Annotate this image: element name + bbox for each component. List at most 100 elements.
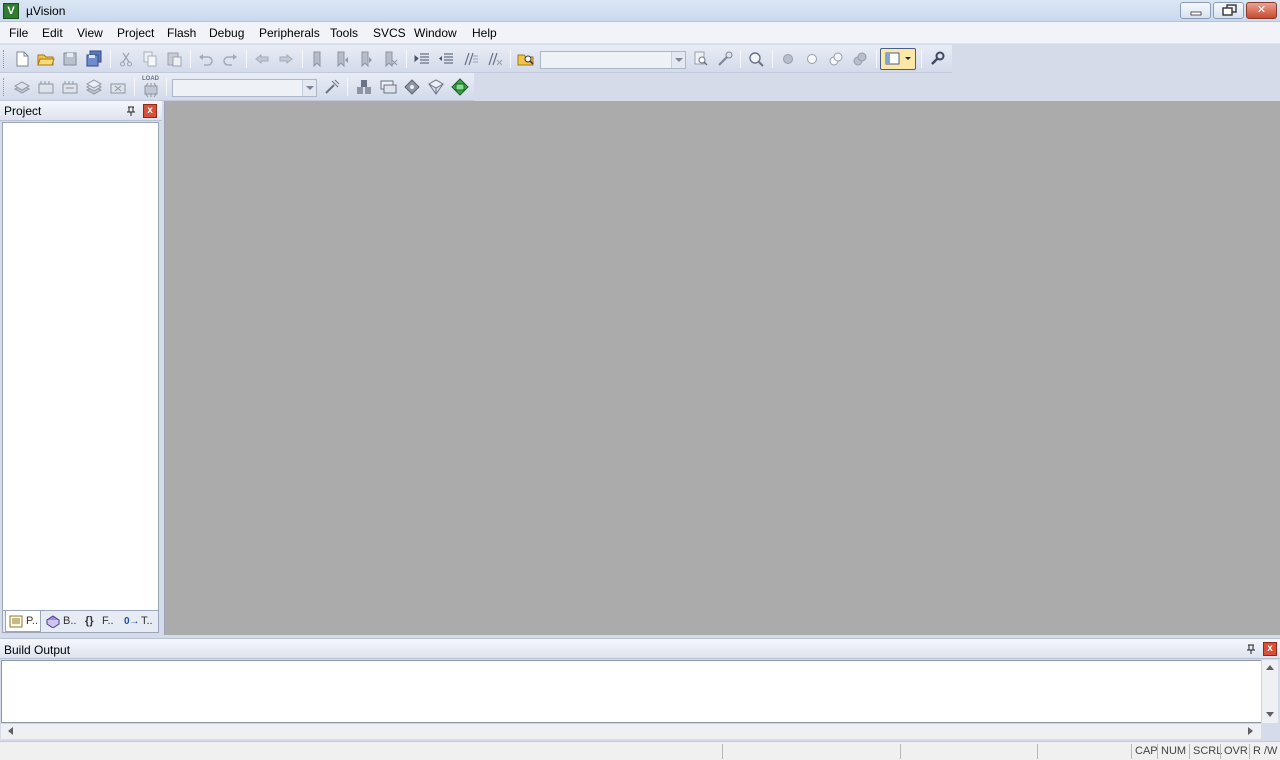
find-in-files-button[interactable] — [517, 50, 535, 68]
copy-button[interactable] — [141, 50, 159, 68]
editor-area[interactable] — [164, 101, 1280, 635]
title-bar[interactable]: V µVision ✕ — [0, 0, 1280, 22]
run-time-env-button[interactable] — [451, 78, 469, 96]
build-output-text[interactable] — [1, 660, 1278, 723]
menu-project[interactable]: Project — [117, 26, 154, 40]
menu-debug[interactable]: Debug — [209, 26, 244, 40]
stop-build-button[interactable] — [109, 78, 127, 96]
project-tree[interactable] — [2, 122, 159, 611]
open-folder-icon — [37, 54, 55, 66]
zoom-search-button[interactable] — [747, 50, 765, 68]
breakpoint-kill-all-button[interactable] — [851, 50, 869, 68]
toolbar-grip[interactable] — [3, 50, 6, 68]
nav-forward-button[interactable] — [277, 50, 295, 68]
menu-svcs[interactable]: SVCS — [373, 26, 406, 40]
select-packs-icon — [404, 79, 420, 95]
pin-icon[interactable] — [125, 105, 137, 117]
close-button[interactable]: ✕ — [1246, 2, 1277, 19]
scroll-right-icon[interactable] — [1248, 727, 1254, 735]
batch-build-button[interactable] — [85, 78, 103, 96]
toolbar-separator — [246, 50, 247, 68]
manage-components-button[interactable] — [379, 78, 397, 96]
save-button[interactable] — [61, 50, 79, 68]
chevron-down-icon[interactable] — [302, 80, 316, 96]
find-combo[interactable] — [540, 51, 686, 69]
tab-templates[interactable]: 0→ T.. — [121, 611, 158, 632]
menu-peripherals[interactable]: Peripherals — [259, 26, 320, 40]
vertical-scrollbar[interactable] — [1261, 660, 1278, 723]
translate-button[interactable] — [13, 78, 31, 96]
unindent-button[interactable] — [437, 50, 455, 68]
status-divider — [722, 744, 723, 759]
bookmark-next-button[interactable] — [357, 50, 375, 68]
tab-functions[interactable]: {} F.. — [82, 611, 119, 632]
project-panel-header[interactable]: Project x — [0, 101, 162, 121]
save-all-button[interactable] — [85, 50, 103, 68]
load-label: LOAD — [142, 76, 159, 82]
pack-installer-button[interactable] — [427, 78, 445, 96]
menu-flash[interactable]: Flash — [167, 26, 196, 40]
redo-button[interactable] — [221, 50, 239, 68]
new-file-button[interactable] — [13, 50, 31, 68]
paste-button[interactable] — [165, 50, 183, 68]
build-toolbar: LOAD — [0, 73, 474, 101]
restore-button[interactable] — [1213, 2, 1244, 19]
menu-tools[interactable]: Tools — [330, 26, 358, 40]
toolbar-grip[interactable] — [3, 78, 6, 96]
zoom-search-icon — [749, 52, 764, 67]
breakpoint-insert-button[interactable] — [779, 50, 797, 68]
download-button[interactable]: LOAD — [141, 76, 161, 98]
window-layout-button[interactable] — [880, 48, 916, 70]
build-output-header[interactable]: Build Output x — [0, 638, 1280, 659]
build-button[interactable] — [37, 78, 55, 96]
bookmark-toggle-button[interactable] — [309, 50, 327, 68]
open-file-button[interactable] — [37, 50, 55, 68]
menu-file[interactable]: File — [9, 26, 28, 40]
rebuild-button[interactable] — [61, 78, 79, 96]
menu-view[interactable]: View — [77, 26, 103, 40]
toolbar-area-background — [474, 73, 1280, 101]
bookmark-clear-button[interactable] — [381, 50, 399, 68]
breakpoint-disable-all-button[interactable] — [827, 50, 845, 68]
pin-icon[interactable] — [1245, 643, 1257, 655]
cut-button[interactable] — [117, 50, 135, 68]
scroll-up-icon[interactable] — [1266, 664, 1274, 670]
horizontal-scrollbar[interactable] — [1, 723, 1261, 739]
status-divider — [1220, 744, 1221, 759]
target-select-combo[interactable] — [172, 79, 317, 97]
menu-window[interactable]: Window — [414, 26, 457, 40]
menu-edit[interactable]: Edit — [42, 26, 63, 40]
close-icon[interactable]: x — [143, 104, 157, 118]
select-packs-button[interactable] — [403, 78, 421, 96]
chevron-down-icon[interactable] — [671, 52, 685, 68]
tab-books[interactable]: B.. — [43, 611, 80, 632]
comment-button[interactable] — [461, 50, 479, 68]
configure-button[interactable] — [928, 50, 946, 68]
target-options-icon — [325, 79, 340, 94]
status-divider — [900, 744, 901, 759]
scroll-left-icon[interactable] — [7, 727, 13, 735]
nav-back-button[interactable] — [253, 50, 271, 68]
incremental-find-button[interactable] — [716, 50, 734, 68]
indent-button[interactable] — [413, 50, 431, 68]
toolbar-separator — [740, 50, 741, 68]
target-options-button[interactable] — [323, 78, 341, 96]
scroll-down-icon[interactable] — [1266, 712, 1274, 718]
stop-build-icon — [110, 83, 126, 94]
minimize-button[interactable] — [1180, 2, 1211, 19]
uncomment-button[interactable] — [485, 50, 503, 68]
bookmark-prev-button[interactable] — [333, 50, 351, 68]
close-icon[interactable]: x — [1263, 642, 1277, 656]
save-icon — [63, 52, 77, 66]
toolbar-separator — [302, 50, 303, 68]
configure-icon — [931, 51, 945, 65]
find-in-files-icon — [517, 54, 534, 66]
find-button[interactable] — [692, 50, 710, 68]
build-icon — [38, 81, 54, 94]
file-extensions-button[interactable] — [355, 78, 373, 96]
uvision-app-icon[interactable]: V — [3, 3, 19, 19]
breakpoint-enable-button[interactable] — [803, 50, 821, 68]
menu-help[interactable]: Help — [472, 26, 497, 40]
undo-button[interactable] — [197, 50, 215, 68]
tab-project[interactable]: P.. — [5, 611, 41, 632]
